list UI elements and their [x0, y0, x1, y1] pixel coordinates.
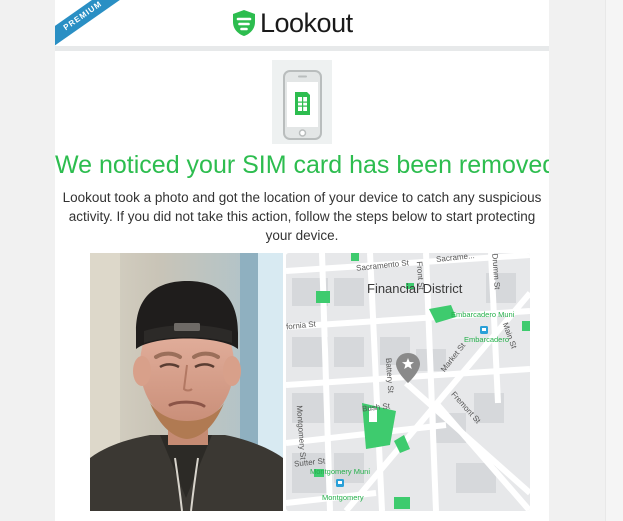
email-header: PREMIUM Lookout [55, 0, 549, 46]
lookout-shield-icon [233, 10, 255, 36]
email-card: PREMIUM Lookout We noticed your SIM card [55, 0, 549, 521]
phone-illustration [272, 60, 332, 144]
sim-card-phone-icon [283, 70, 322, 140]
station-montgomery-muni: Montgomery Muni [310, 467, 371, 476]
premium-badge: PREMIUM [55, 0, 133, 46]
header-divider [55, 46, 549, 51]
street-front: Front St [414, 260, 426, 291]
station-embarcadero: Embarcadero [464, 335, 510, 344]
transit-icon-embarcadero [480, 326, 488, 334]
page-scrollbar[interactable] [605, 0, 623, 521]
alert-body: Lookout took a photo and got the locatio… [62, 190, 542, 243]
brand-name: Lookout [260, 8, 353, 38]
premium-ribbon: PREMIUM [55, 0, 133, 46]
intruder-photo [90, 253, 283, 511]
station-montgomery: Montgomery [322, 493, 364, 502]
station-embarcadero-muni: Embarcadero Muni [451, 310, 515, 319]
location-map[interactable]: Financial District Sacramento St Sacrame… [286, 253, 530, 511]
transit-icon-montgomery [336, 479, 344, 487]
map-district-label: Financial District [367, 281, 463, 296]
lookout-logo: Lookout [231, 8, 353, 38]
alert-headline: We noticed your SIM card has been remove… [55, 151, 549, 179]
